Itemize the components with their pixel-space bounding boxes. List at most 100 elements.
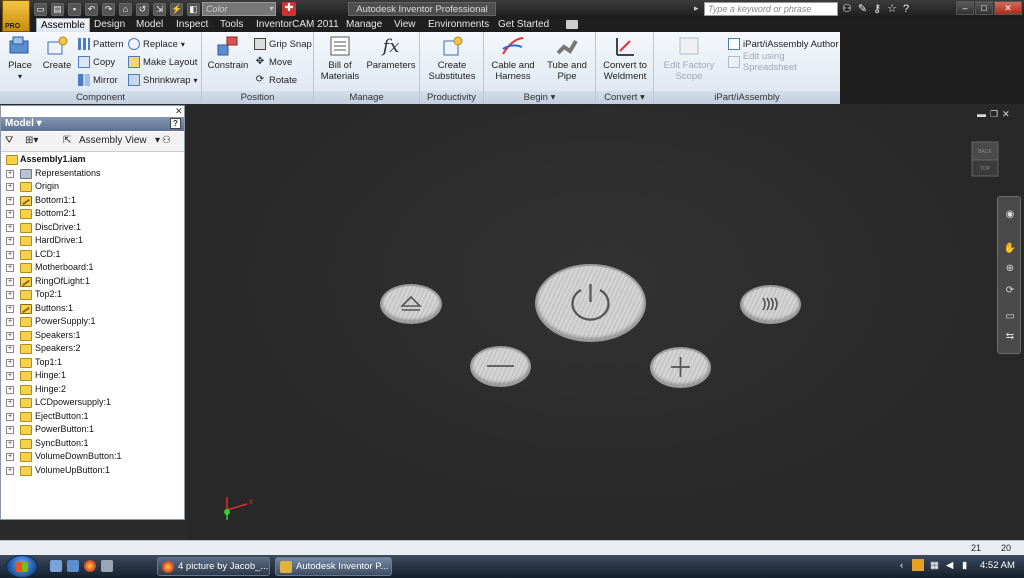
tree-root[interactable]: Assembly1.iam — [2, 153, 182, 167]
utility-icon[interactable] — [101, 560, 113, 572]
save-icon[interactable]: ▪ — [68, 2, 81, 16]
undo-icon[interactable]: ↶ — [85, 2, 98, 16]
tab-get-started[interactable]: Get Started — [494, 18, 553, 32]
tree-item[interactable]: + Speakers:1 — [2, 329, 182, 343]
pattern-button[interactable]: Pattern — [78, 37, 124, 51]
eject-button-model[interactable] — [380, 284, 442, 324]
color-dropdown[interactable]: Color ▾ — [202, 2, 276, 16]
create-button[interactable]: Create — [40, 34, 74, 71]
chrome-icon[interactable] — [84, 560, 96, 572]
tree-item[interactable]: + Bottom1:1 — [2, 194, 182, 208]
tree-item[interactable]: + LCD:1 — [2, 248, 182, 262]
expand-icon[interactable]: + — [6, 385, 14, 394]
tree-item[interactable]: + PowerSupply:1 — [2, 315, 182, 329]
volume-up-button-model[interactable] — [650, 347, 711, 388]
place-button[interactable]: Place ▾ — [4, 34, 36, 82]
tree-item[interactable]: + Motherboard:1 — [2, 261, 182, 275]
close-button[interactable]: ✕ — [994, 1, 1022, 15]
power-button-model[interactable] — [535, 264, 646, 342]
expand-icon[interactable]: + — [6, 331, 14, 340]
make-layout-button[interactable]: Make Layout — [128, 55, 197, 69]
clock[interactable]: 4:52 AM — [980, 560, 1015, 571]
key-icon[interactable]: ⚷ — [873, 2, 881, 16]
mirror-button[interactable]: Mirror — [78, 73, 118, 87]
expand-icon[interactable]: + — [6, 358, 14, 367]
speaker-icon[interactable]: ◀ — [946, 560, 953, 571]
switch-windows-icon[interactable] — [67, 560, 79, 572]
expand-icon[interactable]: + — [6, 169, 14, 178]
move-button[interactable]: ✥ Move — [254, 55, 292, 69]
tab-assemble[interactable]: Assemble — [36, 18, 90, 32]
search-arrow-icon[interactable]: ▸ — [694, 3, 699, 14]
constrain-button[interactable]: Constrain — [206, 34, 250, 71]
pan-hand-icon[interactable]: ✋ — [1002, 241, 1018, 257]
panel-label-begin[interactable]: Begin ▾ — [484, 91, 595, 104]
task-inventor-window[interactable]: Autodesk Inventor P... — [275, 557, 392, 576]
application-menu-button[interactable]: PRO — [2, 0, 30, 32]
minimize-button[interactable]: – — [956, 1, 974, 15]
tab-inventorcam[interactable]: InventorCAM 2011 — [252, 18, 343, 32]
design-doctor-icon[interactable]: ✚ — [282, 2, 296, 16]
open-file-icon[interactable]: ▤ — [51, 2, 64, 16]
steering-wheel-icon[interactable]: ◉ — [1002, 207, 1018, 223]
tray-app-icon[interactable] — [912, 559, 924, 571]
binoculars-icon[interactable]: ⚇ — [842, 2, 852, 16]
expand-icon[interactable]: + — [6, 318, 14, 326]
help-icon[interactable]: ? — [170, 118, 181, 129]
tree-item[interactable]: + PowerButton:1 — [2, 423, 182, 437]
viewcube[interactable]: BACK TOP — [970, 138, 1000, 178]
zoom-icon[interactable]: ⊕ — [1002, 261, 1018, 277]
help-icon[interactable]: ? — [903, 2, 909, 16]
tree-item[interactable]: + Speakers:2 — [2, 342, 182, 356]
look-at-icon[interactable]: ▭ — [1002, 309, 1018, 325]
update-icon[interactable]: ⚡ — [170, 2, 183, 16]
show-desktop-icon[interactable] — [50, 560, 62, 572]
minimize-ribbon-icon[interactable] — [566, 20, 578, 29]
expand-icon[interactable]: + — [6, 453, 14, 461]
tab-inspect[interactable]: Inspect — [172, 18, 212, 32]
orbit-icon[interactable]: ⟳ — [1002, 283, 1018, 299]
tree-item[interactable]: + EjectButton:1 — [2, 410, 182, 424]
panel-label-convert[interactable]: Convert ▾ — [596, 91, 653, 104]
rotate-button[interactable]: ⟳ Rotate — [254, 73, 297, 87]
expand-icon[interactable]: + — [6, 250, 14, 259]
expand-icon[interactable]: + — [6, 372, 14, 380]
previous-view-icon[interactable]: ⇆ — [1002, 329, 1018, 345]
maximize-button[interactable]: □ — [975, 1, 993, 15]
shrinkwrap-button[interactable]: Shrinkwrap ▾ — [128, 73, 198, 87]
tree-item[interactable]: + LCDpowersupply:1 — [2, 396, 182, 410]
tools-icon[interactable]: ✎ — [858, 2, 867, 16]
ipart-author-button[interactable]: iPart/iAssembly Author — [728, 37, 839, 51]
expand-icon[interactable]: + — [6, 345, 14, 353]
tree-item[interactable]: + HardDrive:1 — [2, 234, 182, 248]
restore-icon[interactable]: ❐ — [990, 109, 998, 120]
tree-item[interactable]: + VolumeUpButton:1 — [2, 464, 182, 478]
power-tray-icon[interactable]: ▮ — [962, 560, 967, 571]
new-file-icon[interactable]: ▭ — [34, 2, 47, 16]
return-icon[interactable]: ↺ — [136, 2, 149, 16]
tree-item[interactable]: + Buttons:1 — [2, 302, 182, 316]
expand-icon[interactable]: + — [6, 277, 14, 286]
cable-and-harness-button[interactable]: Cable and Harness — [488, 34, 538, 82]
expand-icon[interactable]: + — [6, 304, 14, 313]
find-binoculars-icon[interactable]: ⚇ — [162, 135, 171, 146]
edit-factory-scope-button[interactable]: Edit Factory Scope — [658, 34, 720, 82]
tab-manage[interactable]: Manage — [342, 18, 386, 32]
tree-item[interactable]: + Origin — [2, 180, 182, 194]
tab-design[interactable]: Design — [90, 18, 129, 32]
expand-icon[interactable]: + — [6, 237, 14, 245]
parameters-button[interactable]: fx Parameters — [366, 34, 416, 71]
hierarchy-icon[interactable]: ⊞▾ — [25, 135, 38, 146]
sync-button-model[interactable] — [740, 285, 801, 324]
redo-icon[interactable]: ↷ — [102, 2, 115, 16]
expand-icon[interactable]: + — [6, 183, 14, 191]
tree-item[interactable]: + Bottom2:1 — [2, 207, 182, 221]
tree-item[interactable]: + Representations — [2, 167, 182, 181]
home-icon[interactable]: ⌂ — [119, 2, 132, 16]
favorites-star-icon[interactable]: ☆ — [887, 2, 897, 16]
copy-button[interactable]: Copy — [78, 55, 115, 69]
filter-icon[interactable]: ⛛ — [5, 135, 13, 146]
tab-tools[interactable]: Tools — [216, 18, 247, 32]
search-input[interactable]: Type a keyword or phrase — [704, 2, 838, 16]
grip-snap-button[interactable]: Grip Snap — [254, 37, 312, 51]
